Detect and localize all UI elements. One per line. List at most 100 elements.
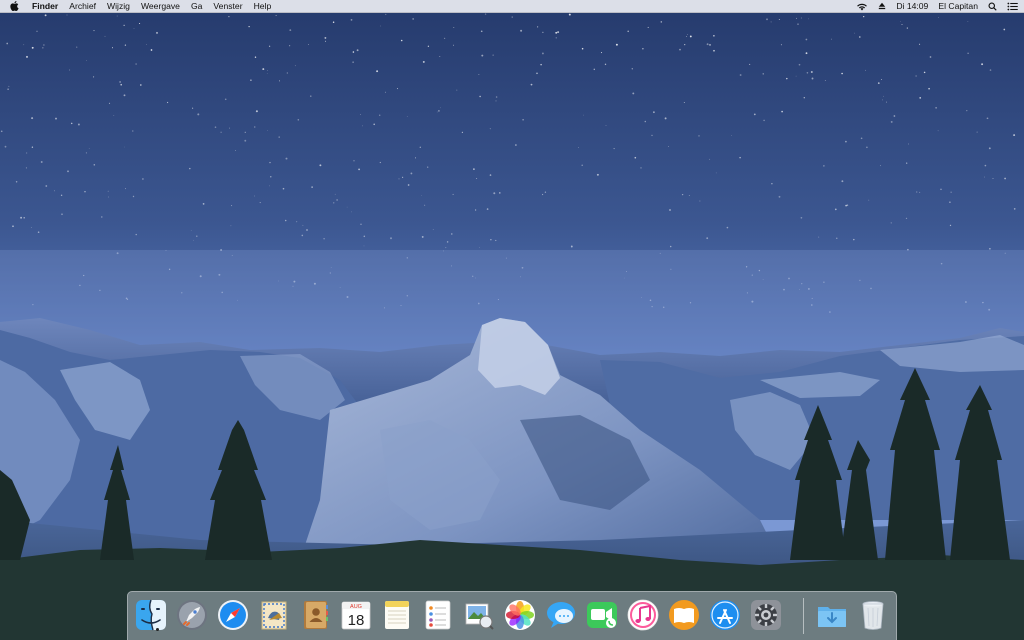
star <box>541 52 544 55</box>
star <box>901 23 903 25</box>
star <box>61 213 63 216</box>
star <box>452 193 454 195</box>
star <box>631 68 633 70</box>
dock-mail[interactable] <box>256 597 292 633</box>
star <box>123 24 125 26</box>
star <box>810 71 813 73</box>
star <box>456 89 458 91</box>
star <box>976 131 978 133</box>
star <box>120 83 122 86</box>
star <box>753 113 756 116</box>
star <box>520 29 523 32</box>
dock-preview[interactable] <box>461 597 497 633</box>
star <box>749 63 751 65</box>
star <box>1003 28 1006 31</box>
star <box>479 95 481 98</box>
star <box>615 43 618 46</box>
star <box>522 119 524 121</box>
star <box>929 56 932 58</box>
menu-user[interactable]: El Capitan <box>938 0 978 13</box>
menu-weergave[interactable]: Weergave <box>141 0 180 13</box>
star <box>254 195 255 197</box>
star <box>868 199 870 201</box>
preview-icon <box>465 603 494 630</box>
star <box>334 193 336 195</box>
star <box>634 156 637 159</box>
dock-itunes[interactable] <box>625 597 661 633</box>
star <box>684 43 686 46</box>
star <box>235 150 236 151</box>
star <box>254 56 257 58</box>
star <box>806 72 809 74</box>
star <box>224 98 227 101</box>
star <box>906 162 908 164</box>
menu-venster[interactable]: Venster <box>213 0 242 13</box>
star <box>865 69 866 71</box>
dock-system-preferences[interactable] <box>748 597 784 633</box>
apple-menu-icon[interactable] <box>10 1 20 12</box>
dock-notes[interactable] <box>379 597 415 633</box>
dock-finder[interactable] <box>133 597 169 633</box>
star <box>800 216 803 219</box>
star <box>296 221 298 223</box>
star <box>557 31 560 34</box>
star <box>452 44 454 46</box>
wifi-icon[interactable] <box>856 2 868 11</box>
notification-center-icon[interactable] <box>1007 2 1018 11</box>
menu-archief[interactable]: Archief <box>69 0 96 13</box>
star <box>85 60 87 61</box>
star <box>156 31 158 34</box>
star <box>830 38 832 40</box>
eject-icon[interactable] <box>878 2 886 10</box>
menu-wijzig[interactable]: Wijzig <box>107 0 130 13</box>
dock-trash[interactable] <box>855 597 891 633</box>
dock-messages[interactable] <box>543 597 579 633</box>
star <box>421 235 424 238</box>
star <box>800 17 802 19</box>
star <box>352 61 354 63</box>
dock-safari[interactable] <box>215 597 251 633</box>
finder-running-indicator <box>156 628 159 631</box>
star <box>949 201 951 204</box>
star <box>229 127 230 129</box>
star <box>270 176 272 178</box>
dock-calendar[interactable]: AUG 18 <box>338 597 374 633</box>
menu-ga[interactable]: Ga <box>191 0 202 13</box>
star <box>301 234 304 237</box>
star <box>254 126 256 128</box>
star <box>781 110 783 113</box>
star <box>479 247 480 248</box>
menu-help[interactable]: Help <box>254 0 272 13</box>
star <box>308 44 309 45</box>
star <box>193 239 194 241</box>
star <box>515 144 517 146</box>
menu-clock[interactable]: Di 14:09 <box>896 0 928 13</box>
star <box>451 233 453 235</box>
spotlight-search-icon[interactable] <box>988 1 997 11</box>
menu-bar: Finder Archief Wijzig Weergave Ga Venste… <box>0 0 1024 13</box>
star <box>966 110 968 112</box>
dock-photos[interactable] <box>502 597 538 633</box>
star <box>688 195 690 196</box>
star <box>805 52 808 55</box>
dock-downloads-stack[interactable] <box>814 597 850 633</box>
trash-icon <box>862 601 884 630</box>
star <box>70 122 73 125</box>
star <box>805 38 808 41</box>
star <box>77 123 80 126</box>
dock-app-store[interactable] <box>707 597 743 633</box>
dock-facetime[interactable] <box>584 597 620 633</box>
star <box>906 27 908 29</box>
star <box>890 120 893 123</box>
dock-reminders[interactable] <box>420 597 456 633</box>
star <box>949 224 952 227</box>
menu-app-finder[interactable]: Finder <box>32 0 58 13</box>
star <box>1013 208 1016 210</box>
dock-launchpad[interactable] <box>174 597 210 633</box>
dock-ibooks[interactable] <box>666 597 702 633</box>
star <box>581 164 583 167</box>
star <box>461 131 464 134</box>
star <box>202 203 205 205</box>
star <box>689 35 692 38</box>
dock-contacts[interactable] <box>297 597 333 633</box>
